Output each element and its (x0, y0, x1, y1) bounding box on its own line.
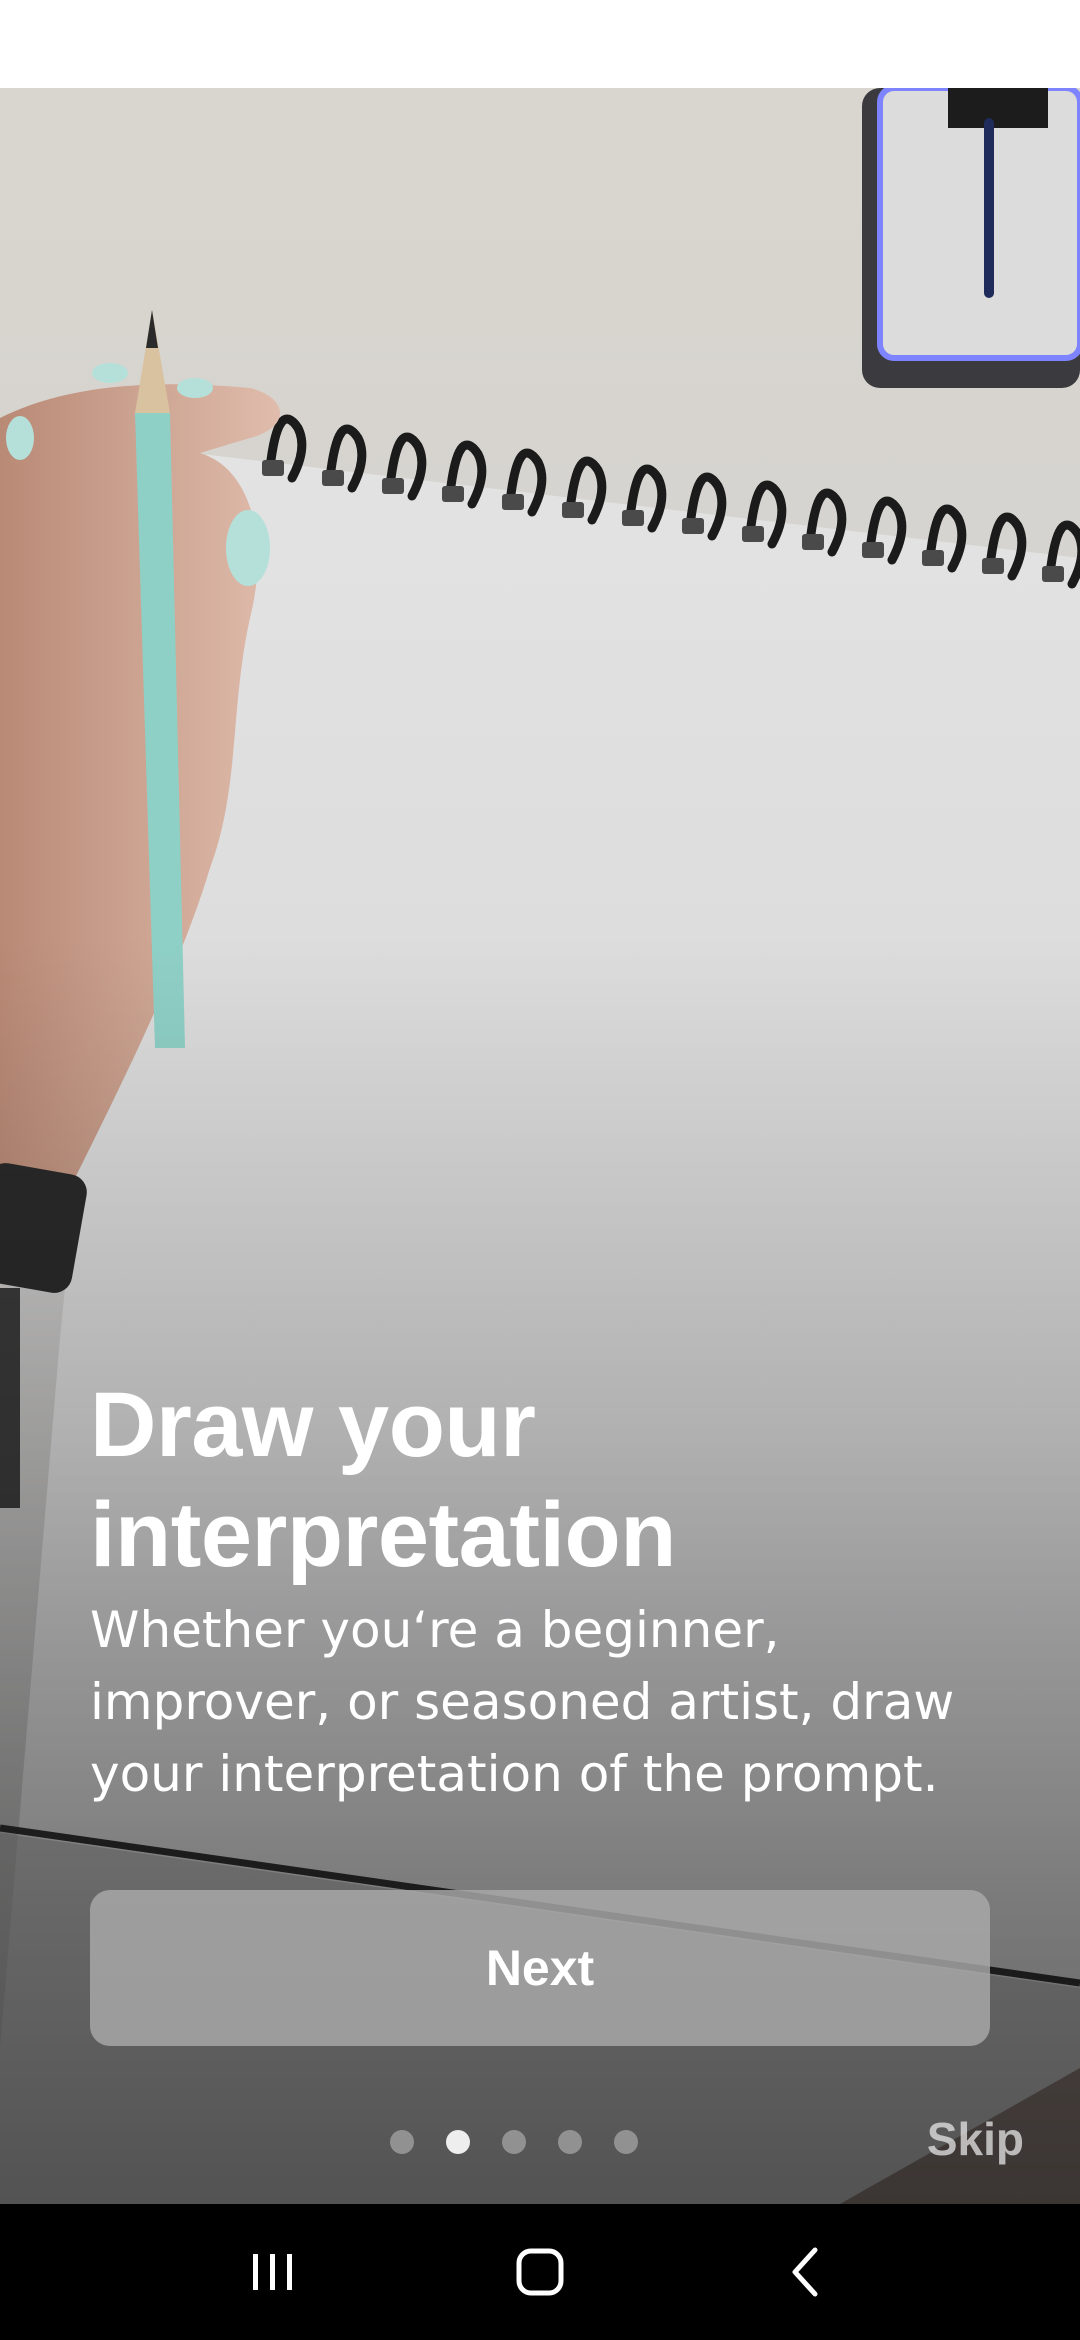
status-bar (0, 0, 1080, 88)
system-nav-bar (0, 2204, 1080, 2340)
skip-button[interactable]: Skip (927, 2112, 1024, 2166)
page-dot-4[interactable] (558, 2130, 582, 2154)
onboarding-text: Draw your interpretation Whether you‘re … (90, 1370, 990, 1810)
hero-image (0, 88, 1080, 2204)
onboarding-screen: Draw your interpretation Whether you‘re … (0, 0, 1080, 2340)
back-icon (792, 2247, 818, 2297)
notebook-pencil-photo (0, 88, 1080, 2204)
back-button[interactable] (747, 2212, 867, 2332)
home-button[interactable] (480, 2212, 600, 2332)
page-dot-1[interactable] (390, 2130, 414, 2154)
onboarding-title: Draw your interpretation (90, 1374, 676, 1586)
page-dot-5[interactable] (614, 2130, 638, 2154)
next-button[interactable]: Next (90, 1890, 990, 2046)
onboarding-subtitle: Whether you‘re a beginner, improver, or … (90, 1601, 955, 1803)
page-dot-3[interactable] (502, 2130, 526, 2154)
page-dot-2-active[interactable] (446, 2130, 470, 2154)
recents-button[interactable] (213, 2212, 333, 2332)
home-icon (516, 2248, 564, 2296)
page-indicator (390, 2130, 670, 2154)
recents-icon (253, 2254, 293, 2290)
